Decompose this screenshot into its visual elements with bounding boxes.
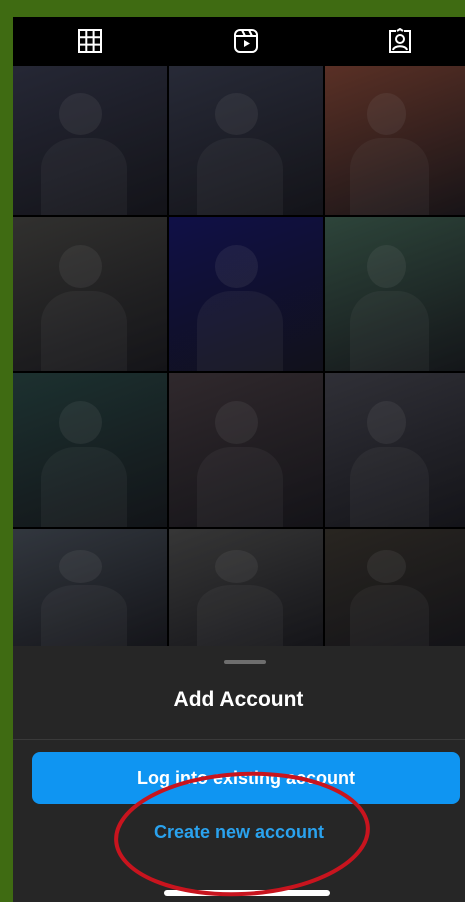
photo-toy-jeep-ride[interactable] <box>325 66 465 215</box>
tagged-icon <box>389 28 411 53</box>
photo-group-statue[interactable] <box>325 529 465 646</box>
photo-scout-walking[interactable] <box>169 66 323 215</box>
add-account-sheet: Add Account Log into existing account Cr… <box>13 646 465 902</box>
tagged-tab[interactable] <box>385 26 415 56</box>
photo-grid <box>13 66 465 646</box>
home-indicator <box>164 890 330 896</box>
photo-car-selfie[interactable] <box>13 217 167 371</box>
photo-family-store[interactable] <box>169 373 323 527</box>
photo-scout-leader[interactable] <box>13 529 167 646</box>
sheet-title: Add Account <box>173 688 304 711</box>
photo-pinewood-car[interactable] <box>169 529 323 646</box>
create-new-account-link[interactable]: Create new account <box>13 822 465 843</box>
reels-icon <box>234 29 258 53</box>
profile-tab-bar <box>13 17 465 66</box>
sheet-drag-handle[interactable] <box>224 660 266 664</box>
grid-icon <box>78 29 102 53</box>
photo-scouts-outdoors[interactable] <box>13 66 167 215</box>
photo-girls-model-display[interactable] <box>325 217 465 371</box>
photo-scouts-checkered[interactable] <box>325 373 465 527</box>
photo-aquarium-tank[interactable] <box>13 373 167 527</box>
profile-screen: Add Account Log into existing account Cr… <box>13 17 465 902</box>
grid-tab[interactable] <box>75 26 105 56</box>
log-into-existing-account-button[interactable]: Log into existing account <box>32 752 460 804</box>
sheet-divider <box>13 739 465 740</box>
photo-aquarium-jellyfish[interactable] <box>169 217 323 371</box>
reels-tab[interactable] <box>231 26 261 56</box>
